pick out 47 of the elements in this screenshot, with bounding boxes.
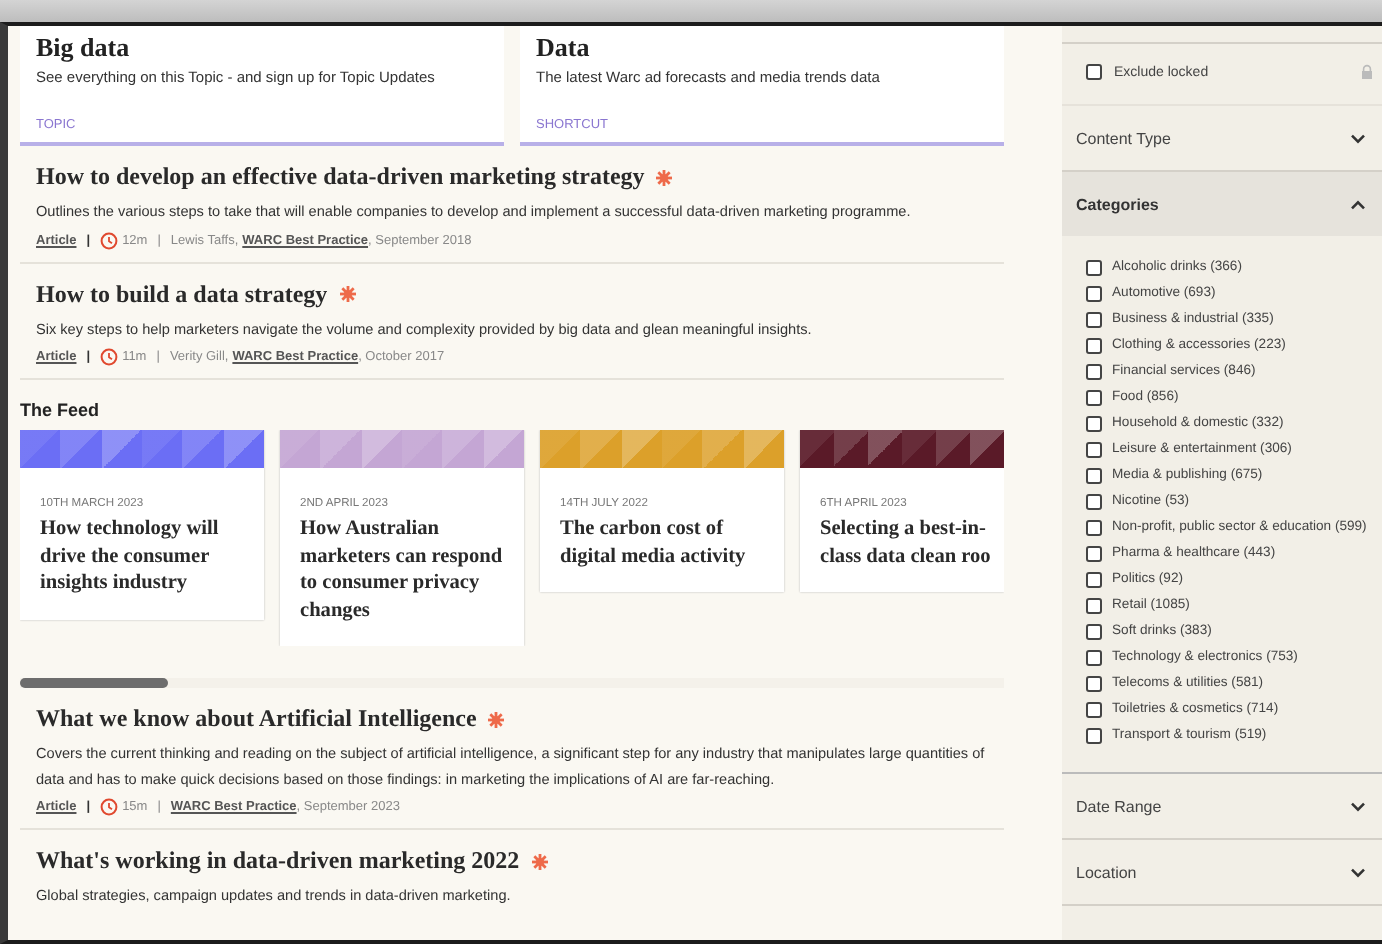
asterisk-icon (486, 709, 507, 729)
chevron-down-icon (1350, 133, 1366, 143)
checkbox[interactable] (1086, 649, 1102, 665)
checkbox[interactable] (1086, 493, 1102, 509)
checkbox[interactable] (1086, 441, 1102, 457)
card-title: The carbon cost of digital media activity (560, 516, 748, 570)
checkbox[interactable] (1086, 285, 1102, 301)
checkbox[interactable] (1086, 337, 1102, 353)
filter-section-header[interactable]: Date Range (1062, 774, 1382, 840)
chevron-down-icon (1350, 867, 1366, 877)
clock-icon (100, 348, 119, 366)
asterisk-icon (529, 851, 550, 871)
checkbox[interactable] (1086, 259, 1102, 275)
article-title[interactable]: How to build a data strategy (36, 279, 328, 309)
lock-icon (1360, 64, 1374, 80)
checkbox[interactable] (1086, 311, 1102, 327)
card-title: How Australian marketers can respond to consumer privacy changes (300, 516, 505, 624)
card-title: How technology will drive the consumer insights industry (40, 516, 221, 597)
chevron-up-icon (1350, 199, 1366, 209)
checkbox[interactable] (1086, 727, 1102, 743)
topic-title: Data (536, 32, 592, 64)
filter-section-header[interactable]: Categories (1062, 172, 1382, 236)
article-title[interactable]: How to develop an effective data-driven marketing strategy (36, 162, 645, 192)
article-title[interactable]: What's working in data-driven marketing 2022 (36, 846, 520, 876)
clock-icon (100, 798, 119, 816)
checkbox[interactable] (1086, 389, 1102, 405)
checkbox[interactable] (1086, 519, 1102, 535)
checkbox[interactable] (1086, 545, 1102, 561)
checkbox[interactable] (1086, 415, 1102, 431)
asterisk-icon (337, 284, 358, 304)
checkbox[interactable] (1086, 675, 1102, 691)
checkbox[interactable] (1086, 363, 1102, 379)
clock-icon (100, 231, 119, 249)
checkbox[interactable] (1086, 597, 1102, 613)
asterisk-icon (654, 167, 675, 187)
card-title: Selecting a best-in-class data clean roo (820, 516, 993, 570)
checkbox[interactable] (1086, 571, 1102, 587)
article-title[interactable]: What we know about Artificial Intelligence (36, 704, 477, 734)
topic-title: Big data (36, 32, 132, 64)
checkbox[interactable] (1086, 64, 1102, 80)
checkbox[interactable] (1086, 467, 1102, 483)
filter-section-header[interactable]: Location (1062, 840, 1382, 906)
chevron-down-icon (1350, 801, 1366, 811)
scrollbar-thumb[interactable] (20, 678, 168, 688)
checkbox[interactable] (1086, 701, 1102, 717)
checkbox[interactable] (1086, 623, 1102, 639)
section-heading: The Feed (20, 400, 102, 420)
